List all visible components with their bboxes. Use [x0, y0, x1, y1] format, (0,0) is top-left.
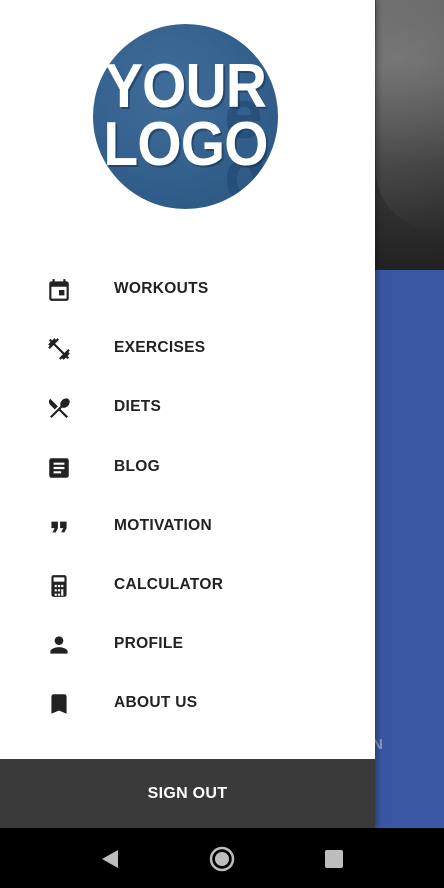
- menu-item-motivation[interactable]: MOTIVATION: [0, 496, 375, 555]
- recent-apps-icon[interactable]: [321, 846, 347, 872]
- sign-out-button[interactable]: SIGN OUT: [0, 759, 375, 828]
- drawer-menu: WORKOUTS EXERCISES DIETS BLOG MOTIVATION: [0, 259, 375, 733]
- menu-item-diets[interactable]: DIETS: [0, 377, 375, 436]
- system-navigation-bar: [0, 828, 444, 888]
- person-icon: [46, 632, 72, 658]
- quote-icon: [46, 514, 72, 540]
- menu-item-label: WORKOUTS: [114, 280, 209, 297]
- menu-item-workouts[interactable]: WORKOUTS: [0, 259, 375, 318]
- menu-item-profile[interactable]: PROFILE: [0, 614, 375, 673]
- sign-out-label: SIGN OUT: [147, 784, 228, 802]
- logo-text-line2: LOGO: [103, 110, 268, 179]
- calendar-icon: [46, 277, 72, 303]
- menu-item-blog[interactable]: BLOG: [0, 437, 375, 496]
- home-icon[interactable]: [209, 846, 235, 872]
- background-text-fragment: N: [372, 736, 383, 753]
- back-icon[interactable]: [98, 846, 124, 872]
- menu-item-label: MOTIVATION: [114, 516, 212, 534]
- menu-item-about-us[interactable]: ABOUT US: [0, 673, 375, 732]
- navigation-drawer: e g YOUR LOGO WORKOUTS EXERCISES DIETS B…: [0, 0, 375, 828]
- menu-item-label: CALCULATOR: [114, 575, 224, 593]
- utensils-icon: [46, 395, 72, 421]
- menu-item-label: DIETS: [114, 398, 162, 416]
- menu-item-exercises[interactable]: EXERCISES: [0, 318, 375, 377]
- menu-item-label: BLOG: [114, 457, 160, 475]
- dumbbell-icon: [46, 336, 72, 362]
- menu-item-label: EXERCISES: [114, 339, 206, 357]
- logo-text-line1: YOUR: [104, 52, 267, 121]
- menu-item-calculator[interactable]: CALCULATOR: [0, 555, 375, 614]
- menu-item-label: PROFILE: [114, 635, 184, 653]
- bookmark-icon: [46, 691, 72, 717]
- calculator-icon: [46, 573, 72, 599]
- app-logo: e g YOUR LOGO: [93, 24, 278, 209]
- menu-item-label: ABOUT US: [114, 694, 198, 712]
- article-icon: [46, 455, 72, 481]
